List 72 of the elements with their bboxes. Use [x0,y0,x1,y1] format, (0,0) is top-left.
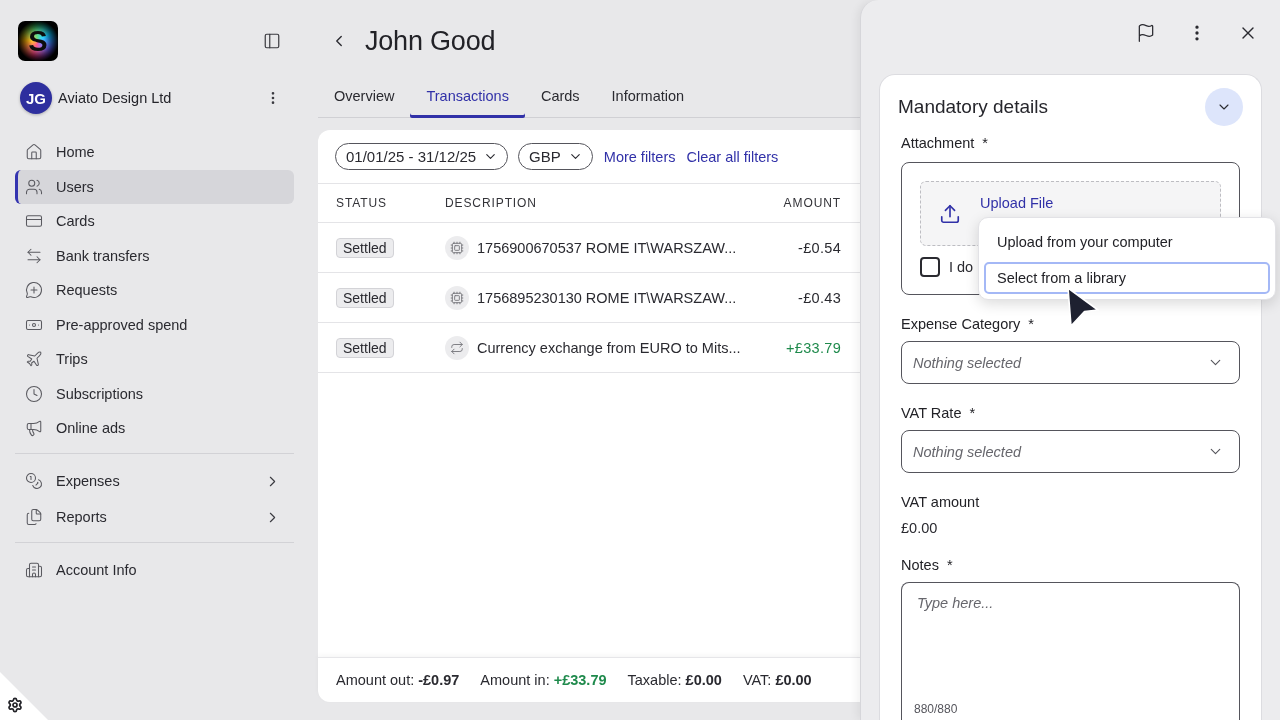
column-header: DESCRIPTION [445,196,538,210]
upload-icon [939,202,961,225]
tab[interactable]: Transactions [410,74,525,118]
summary-total: VAT: £0.00 [742,672,812,688]
required-mark: * [982,135,988,151]
field-label: Attachment [901,135,975,151]
required-mark: * [946,557,953,573]
status-badge: Settled [336,337,394,358]
summary-total: Taxable: £0.00 [627,672,722,688]
nav-item[interactable]: Subscriptions [15,376,294,411]
chip-icon [445,235,469,260]
tab[interactable]: Cards [524,74,596,118]
field-label: Expense Category [901,316,1021,332]
nav-item[interactable]: Users [15,169,294,204]
tab[interactable]: Overview [318,74,411,118]
amount-cell-text: -£0.54 [797,239,841,256]
filter-link[interactable]: Clear all filters [686,148,779,165]
summary-total: Amount out: -£0.97 [336,672,460,688]
select-field[interactable]: Nothing selected [901,341,1240,384]
summary-total: Amount in: +£33.79 [480,672,607,688]
field-value: £0.00 [901,520,939,536]
nav-item[interactable]: Reports [15,500,294,535]
status-badge: Settled [336,287,394,308]
nav-item[interactable]: Bank transfers [15,238,294,273]
page-title: John Good [365,25,496,57]
home-icon [25,143,43,162]
documents-icon [25,508,43,527]
description-cell: 1756895230130 ROME IT\WARSZAW... [477,289,737,306]
checkbox[interactable] [920,257,940,277]
megaphone-icon [25,419,43,438]
exchange-arrows-icon [445,335,469,360]
app-logo: S [18,21,58,61]
description-cell: Currency exchange from EURO to Mits... [477,339,741,356]
description-cell: 1756900670537 ROME IT\WARSZAW... [477,239,737,256]
plane-icon [25,350,43,369]
required-mark: * [969,405,976,421]
column-header: AMOUNT [782,196,841,210]
settings-icon[interactable] [0,672,48,720]
building-icon [25,561,43,580]
amount-cell-text: -£0.43 [797,289,841,306]
chip-icon [445,285,469,310]
chat-plus-icon [25,281,43,300]
nav-item[interactable]: Online ads [15,411,294,446]
avatar: JG [20,82,52,114]
column-header: STATUS [336,196,388,210]
coins-icon [25,472,43,491]
required-mark: * [1028,316,1034,332]
amount-cell-text: +£33.79 [785,339,841,356]
checkbox-label: I do [949,259,974,275]
tab[interactable]: Information [595,74,701,118]
card-title: Mandatory details [898,96,1048,118]
nav-item[interactable]: Pre-approved spend [15,307,294,342]
flag-icon[interactable] [1136,23,1156,43]
users-icon [25,177,43,196]
status-badge: Settled [336,237,394,258]
field-label: VAT amount [901,494,980,510]
nav-item[interactable]: Trips [15,342,294,377]
field-label: Notes [901,557,939,573]
character-counter: 880/880 [914,702,958,716]
sidebar-toggle-icon[interactable] [263,32,281,50]
nav-item[interactable]: Requests [15,273,294,308]
nav-item[interactable]: Cards [15,204,294,239]
nav-item[interactable]: Home [15,135,294,170]
clock-icon [25,384,43,403]
company-name: Aviato Design Ltd [58,90,173,106]
filter-link[interactable]: More filters [603,148,676,165]
nav-item[interactable]: Account Info [15,553,294,588]
menu-item[interactable]: Select from a library [984,262,1270,294]
field-label: VAT Rate [901,405,962,421]
arrows-icon [25,246,43,265]
select-field[interactable]: Nothing selected [901,430,1240,473]
nav-item[interactable]: Expenses [15,464,294,499]
